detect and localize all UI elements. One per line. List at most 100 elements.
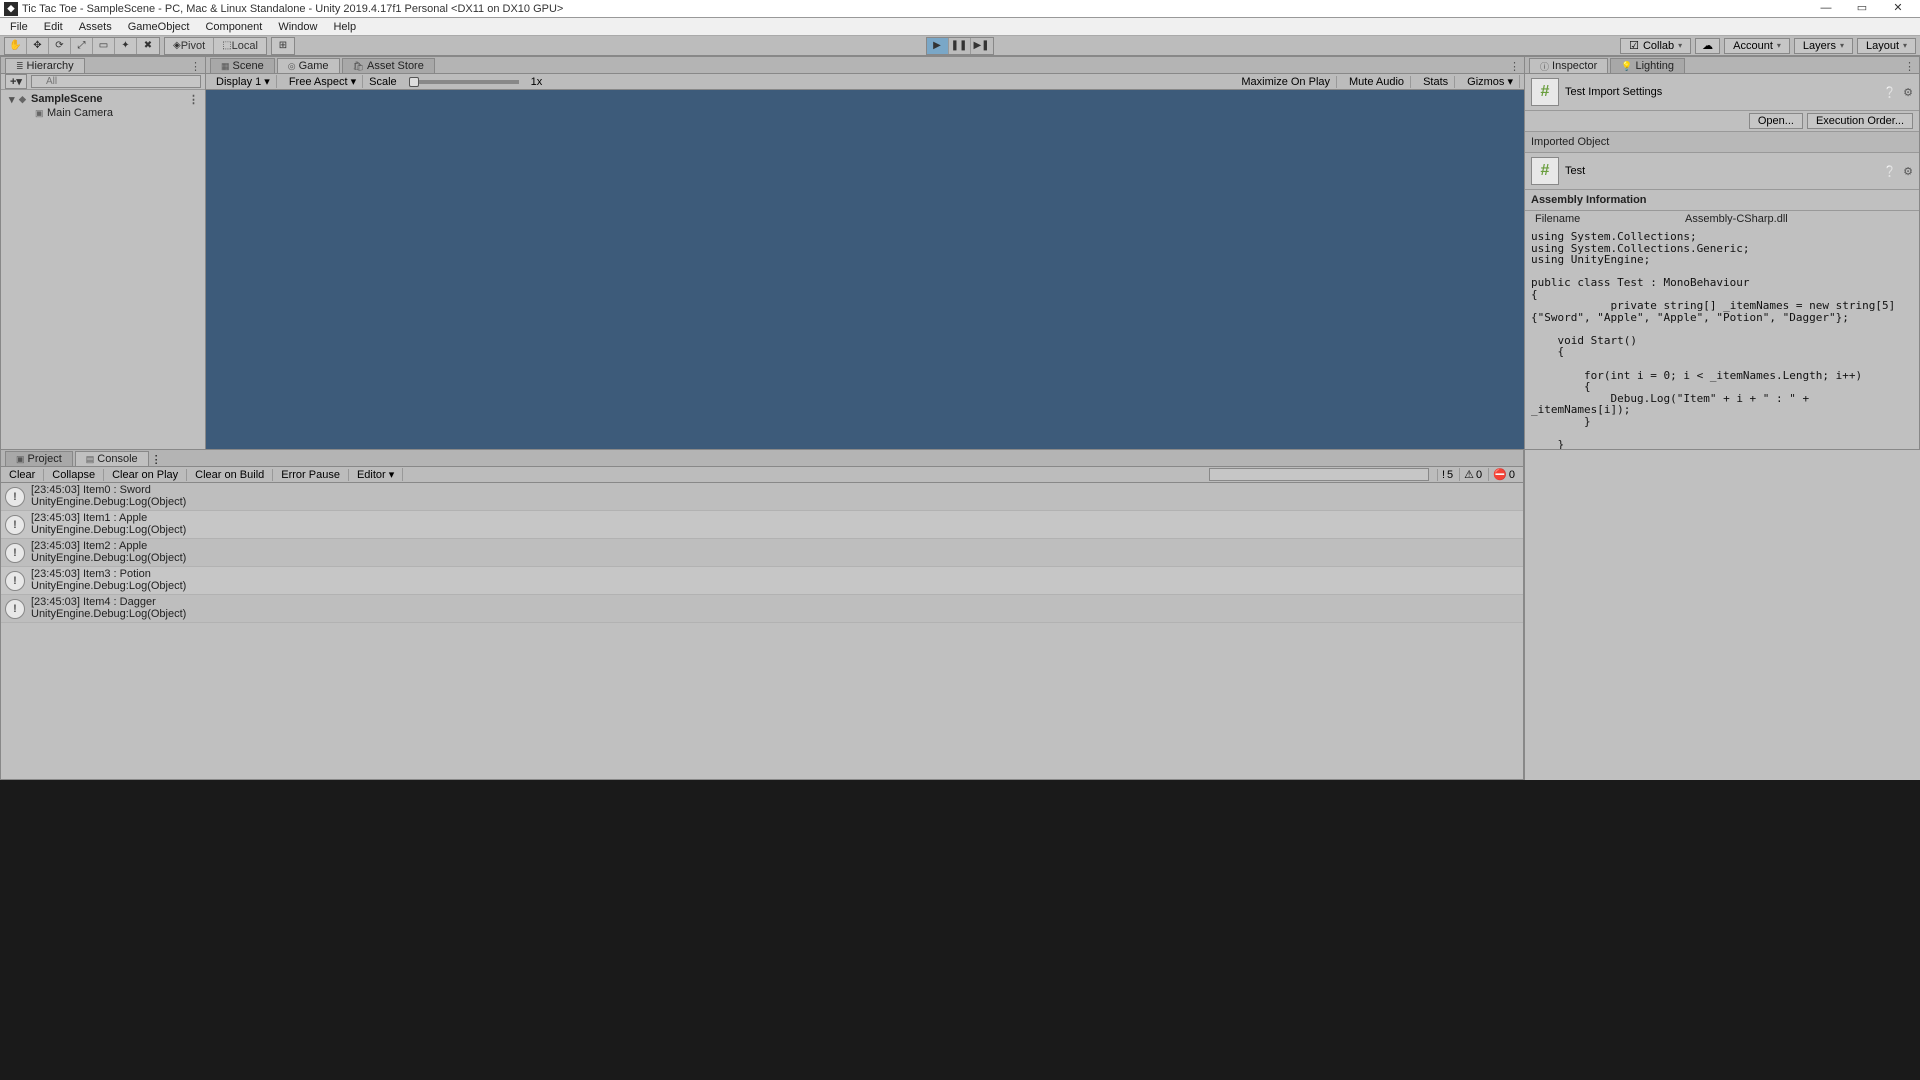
scale-tool[interactable]: ⤢	[71, 38, 93, 54]
game-view[interactable]	[206, 90, 1524, 449]
info-icon: !	[1442, 469, 1445, 481]
rect-tool[interactable]: ▭	[93, 38, 115, 54]
menu-file[interactable]: File	[2, 21, 36, 33]
console-log-row[interactable]: ![23:45:03] Item3 : PotionUnityEngine.De…	[1, 567, 1523, 595]
console-log-row[interactable]: ![23:45:03] Item1 : AppleUnityEngine.Deb…	[1, 511, 1523, 539]
open-button[interactable]: Open...	[1749, 113, 1803, 129]
tab-lighting[interactable]: 💡Lighting	[1610, 58, 1685, 73]
log-stack: UnityEngine.Debug:Log(Object)	[31, 497, 186, 509]
menu-window[interactable]: Window	[270, 21, 325, 33]
settings-icon[interactable]: ⚙	[1903, 86, 1913, 99]
error-icon: ⛔	[1493, 468, 1507, 481]
console-editor-dropdown[interactable]: Editor ▾	[349, 468, 403, 481]
close-button[interactable]: ✕	[1880, 1, 1916, 17]
console-log-row[interactable]: ![23:45:03] Item4 : DaggerUnityEngine.De…	[1, 595, 1523, 623]
object-name: Test	[1565, 165, 1585, 177]
tab-scene[interactable]: ▦Scene	[210, 58, 275, 73]
console-panel: ▣Project ▤Console ⋮ Clear Collapse Clear…	[0, 450, 1524, 780]
log-info-icon: !	[5, 543, 25, 563]
imported-object-label: Imported Object	[1525, 132, 1919, 153]
console-icon: ▤	[86, 454, 95, 465]
collab-dropdown[interactable]: ☑ Collab▾	[1620, 38, 1691, 54]
step-button[interactable]: ▶❚	[971, 38, 993, 54]
info-count[interactable]: !5	[1437, 469, 1457, 481]
desktop-background	[0, 780, 1920, 1080]
transform-tool[interactable]: ✦	[115, 38, 137, 54]
hierarchy-create-button[interactable]: +▾	[5, 74, 27, 89]
log-message: [23:45:03] Item3 : Potion	[31, 569, 186, 581]
log-message: [23:45:03] Item4 : Dagger	[31, 597, 186, 609]
hierarchy-item-maincamera[interactable]: ▣Main Camera	[1, 106, 205, 120]
menu-gameobject[interactable]: GameObject	[120, 21, 198, 33]
hierarchy-search-input[interactable]	[31, 75, 201, 88]
minimize-button[interactable]: —	[1808, 1, 1844, 17]
console-log-row[interactable]: ![23:45:03] Item0 : SwordUnityEngine.Deb…	[1, 483, 1523, 511]
window-title: Tic Tac Toe - SampleScene - PC, Mac & Li…	[22, 3, 1808, 15]
help-icon[interactable]: ❔	[1883, 86, 1897, 99]
local-toggle[interactable]: ⬚ Local	[214, 38, 266, 54]
cloud-button[interactable]: ☁	[1695, 38, 1720, 54]
log-info-icon: !	[5, 571, 25, 591]
console-search-input[interactable]	[1209, 468, 1429, 481]
console-clear-button[interactable]: Clear	[1, 469, 44, 481]
tab-hierarchy[interactable]: ≣Hierarchy	[5, 58, 85, 73]
hierarchy-menu-icon[interactable]: ⋮	[190, 60, 201, 73]
play-button[interactable]: ▶	[927, 38, 949, 54]
layout-dropdown[interactable]: Layout▾	[1857, 38, 1916, 54]
scale-slider[interactable]	[409, 80, 519, 84]
script-icon-2: #	[1531, 157, 1559, 185]
console-error-pause-button[interactable]: Error Pause	[273, 469, 349, 481]
display-dropdown[interactable]: Display 1 ▾	[210, 75, 277, 88]
layers-dropdown[interactable]: Layers▾	[1794, 38, 1853, 54]
pause-button[interactable]: ❚❚	[949, 38, 971, 54]
snap-button[interactable]: ⊞	[272, 38, 294, 54]
inspector-menu-icon[interactable]: ⋮	[1904, 60, 1915, 73]
menu-assets[interactable]: Assets	[71, 21, 120, 33]
hierarchy-scene-row[interactable]: ▾◆SampleScene⋮	[1, 92, 205, 106]
scene-icon: ◆	[19, 94, 31, 105]
center-menu-icon[interactable]: ⋮	[1509, 60, 1520, 73]
help-icon-2[interactable]: ❔	[1883, 165, 1897, 178]
execution-order-button[interactable]: Execution Order...	[1807, 113, 1913, 129]
tab-assetstore[interactable]: 🛍Asset Store	[342, 58, 435, 73]
menubar: File Edit Assets GameObject Component Wi…	[0, 18, 1920, 36]
account-dropdown[interactable]: Account▾	[1724, 38, 1790, 54]
console-log-row[interactable]: ![23:45:03] Item2 : AppleUnityEngine.Deb…	[1, 539, 1523, 567]
error-count[interactable]: ⛔0	[1488, 468, 1519, 481]
stats-toggle[interactable]: Stats	[1417, 76, 1455, 88]
menu-component[interactable]: Component	[197, 21, 270, 33]
pivot-toggle[interactable]: ◈ Pivot	[165, 38, 214, 54]
script-preview: using System.Collections; using System.C…	[1525, 227, 1919, 449]
log-info-icon: !	[5, 599, 25, 619]
settings-icon-2[interactable]: ⚙	[1903, 165, 1913, 178]
tab-inspector[interactable]: ⓘInspector	[1529, 58, 1608, 73]
menu-edit[interactable]: Edit	[36, 21, 71, 33]
console-clear-on-build-button[interactable]: Clear on Build	[187, 469, 273, 481]
toolbar: ✋ ✥ ⟳ ⤢ ▭ ✦ ✖ ◈ Pivot ⬚ Local ⊞ ▶ ❚❚ ▶❚ …	[0, 36, 1920, 56]
inspector-panel: ⓘInspector 💡Lighting ⋮ # Test Import Set…	[1524, 56, 1920, 450]
console-log-list: ! [23:45:03] Item0 : SwordUnityEngine.Deb…	[1, 483, 1523, 779]
custom-tool[interactable]: ✖	[137, 38, 159, 54]
menu-help[interactable]: Help	[325, 21, 364, 33]
aspect-dropdown[interactable]: Free Aspect ▾	[283, 75, 363, 88]
tab-console[interactable]: ▤Console	[75, 451, 149, 466]
warn-count[interactable]: ⚠0	[1459, 468, 1486, 481]
mute-toggle[interactable]: Mute Audio	[1343, 76, 1411, 88]
filename-value: Assembly-CSharp.dll	[1685, 213, 1788, 225]
assetstore-icon: 🛍	[353, 61, 364, 72]
tab-game[interactable]: ◎Game	[277, 58, 340, 73]
warn-icon: ⚠	[1464, 468, 1474, 481]
move-tool[interactable]: ✥	[27, 38, 49, 54]
maximize-toggle[interactable]: Maximize On Play	[1235, 76, 1337, 88]
tab-project[interactable]: ▣Project	[5, 451, 73, 466]
play-controls: ▶ ❚❚ ▶❚	[926, 37, 994, 55]
gizmos-dropdown[interactable]: Gizmos ▾	[1461, 75, 1520, 88]
hand-tool[interactable]: ✋	[5, 38, 27, 54]
rotate-tool[interactable]: ⟳	[49, 38, 71, 54]
log-message: [23:45:03] Item0 : Sword	[31, 485, 186, 497]
console-menu-icon[interactable]: ⋮	[151, 453, 162, 466]
scene-menu-icon[interactable]: ⋮	[188, 93, 199, 106]
console-collapse-button[interactable]: Collapse	[44, 469, 104, 481]
console-clear-on-play-button[interactable]: Clear on Play	[104, 469, 187, 481]
maximize-button[interactable]: ▭	[1844, 1, 1880, 17]
